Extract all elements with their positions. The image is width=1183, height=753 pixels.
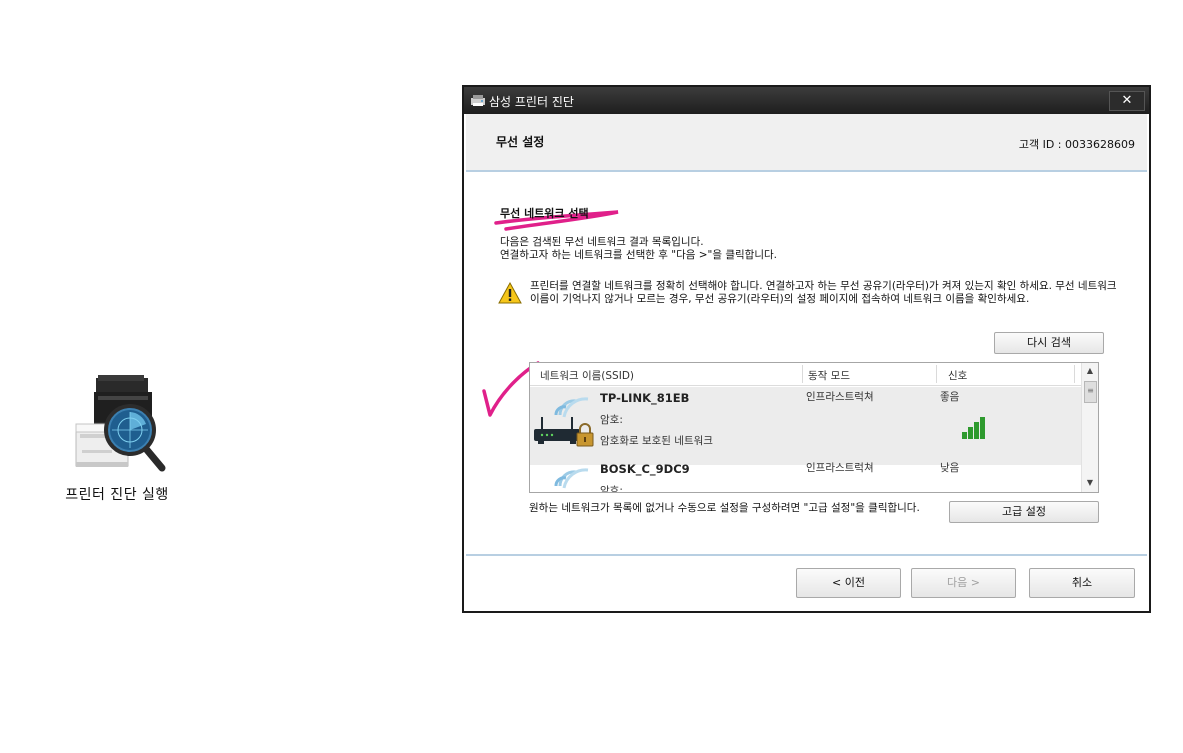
window-title: 삼성 프린터 진단 — [489, 95, 574, 109]
warning-text: 프린터를 연결할 네트워크를 정확히 선택해야 합니다. 연결하고자 하는 무선… — [530, 280, 1117, 305]
manual-setup-text: 원하는 네트워크가 목록에 없거나 수동으로 설정을 구성하려면 "고급 설정"… — [529, 502, 920, 514]
scroll-up-arrow-icon[interactable]: ▲ — [1082, 363, 1098, 379]
warning-icon — [498, 282, 522, 304]
network-ssid: TP-LINK_81EB — [600, 391, 690, 405]
column-ssid[interactable]: 네트워크 이름(SSID) — [540, 368, 634, 383]
description-line-1: 다음은 검색된 무선 네트워크 결과 목록입니다. — [500, 236, 704, 248]
shortcut-label: 프린터 진단 실행 — [65, 487, 169, 503]
network-list[interactable]: 네트워크 이름(SSID) 동작 모드 신호 TP-LINK_81EB 암호: … — [529, 362, 1099, 493]
desktop-shortcut-printer-diagnostics[interactable]: 프린터 진단 실행 — [44, 372, 190, 508]
wireless-router-icon — [554, 468, 589, 489]
next-button[interactable]: 다음 > — [911, 568, 1016, 598]
rescan-button[interactable]: 다시 검색 — [994, 332, 1104, 354]
network-ssid: BOSK_C_9DC9 — [600, 462, 690, 476]
previous-button[interactable]: < 이전 — [796, 568, 901, 598]
customer-id: 고객 ID : 0033628609 — [1018, 138, 1135, 151]
section-title: 무선 네트워크 선택 — [500, 207, 589, 220]
signal-bars-icon — [962, 417, 985, 439]
page-header: 무선 설정 고객 ID : 0033628609 — [466, 114, 1147, 170]
close-button[interactable]: ✕ — [1109, 91, 1145, 111]
footer-divider — [466, 554, 1147, 556]
network-list-header: 네트워크 이름(SSID) 동작 모드 신호 — [530, 363, 1082, 386]
encryption-status: 암호화로 보호된 네트워크 — [600, 435, 713, 447]
printer-diagnostics-icon — [75, 375, 166, 472]
network-list-scrollbar[interactable]: ▲ ≡ ▼ — [1081, 363, 1098, 492]
column-signal[interactable]: 신호 — [948, 368, 967, 383]
printer-diagnostics-window: 삼성 프린터 진단 ✕ 무선 설정 고객 ID : 0033628609 무선 … — [462, 85, 1151, 613]
encryption-label: 암호: — [600, 485, 623, 493]
encryption-label: 암호: — [600, 414, 623, 426]
column-mode[interactable]: 동작 모드 — [808, 368, 850, 383]
description-line-2: 연결하고자 하는 네트워크를 선택한 후 "다음 >"을 클릭합니다. — [500, 249, 777, 261]
signal-strength-label: 좋음 — [940, 391, 960, 403]
title-bar[interactable]: 삼성 프린터 진단 ✕ — [464, 87, 1149, 114]
network-mode: 인프라스트럭쳐 — [806, 391, 874, 403]
page-title: 무선 설정 — [496, 135, 545, 149]
header-divider — [466, 170, 1147, 172]
network-row[interactable]: TP-LINK_81EB 암호: 암호화로 보호된 네트워크 인프라스트럭쳐 좋… — [530, 387, 1082, 465]
advanced-settings-button[interactable]: 고급 설정 — [949, 501, 1099, 523]
app-icon — [471, 95, 485, 106]
cancel-button[interactable]: 취소 — [1029, 568, 1135, 598]
column-separator — [936, 365, 937, 383]
column-separator — [802, 365, 803, 383]
network-mode: 인프라스트럭쳐 — [806, 462, 874, 474]
description: 다음은 검색된 무선 네트워크 결과 목록입니다. 연결하고자 하는 네트워크를… — [500, 236, 777, 262]
signal-strength-label: 낮음 — [940, 462, 960, 474]
scroll-down-arrow-icon[interactable]: ▼ — [1082, 475, 1098, 491]
scroll-thumb[interactable]: ≡ — [1084, 381, 1097, 403]
column-separator — [1074, 365, 1075, 383]
wireless-router-locked-icon — [534, 397, 594, 447]
network-row[interactable]: BOSK_C_9DC9 암호: 인프라스트럭쳐 낮음 — [530, 458, 1082, 493]
